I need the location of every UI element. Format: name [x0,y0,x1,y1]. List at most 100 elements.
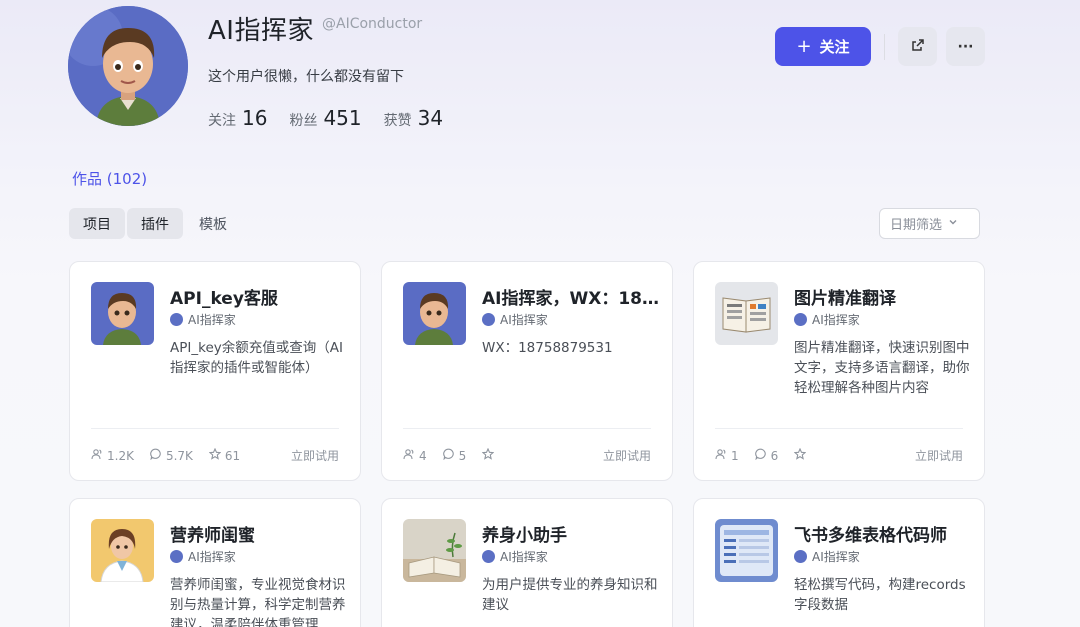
chevron-down-icon [948,216,958,231]
card-thumbnail [403,519,466,582]
users-count: 1 [731,448,739,463]
comments-metric: 5 [442,448,467,463]
card-author: AI指挥家 [482,311,548,328]
author-name: AI指挥家 [500,550,548,564]
tab-plugins[interactable]: 插件 [127,208,183,239]
card-description: WX：18758879531 [482,340,613,356]
plus-icon: + [796,36,812,57]
stat-likes: 获赞 34 [384,106,443,130]
comments-count: 5.7K [165,448,193,463]
author-name: AI指挥家 [188,313,236,327]
author-avatar [794,313,807,326]
card-title: 营养师闺蜜 [170,526,255,546]
author-avatar [170,550,183,563]
project-card[interactable]: API_key客服 AI指挥家 API_key余额充值或查询（AI指挥家的插件或… [69,261,361,481]
try-now-button[interactable]: 立即试用 [915,447,963,464]
card-footer: 1 6 立即试用 [715,447,963,464]
card-divider [91,428,339,429]
comments-count: 6 [770,448,779,463]
share-button[interactable] [898,27,937,66]
card-title: 图片精准翻译 [794,289,896,309]
comment-icon [754,448,767,463]
works-title: 作品 (102) [72,170,148,188]
users-icon [403,448,415,463]
card-footer: 1.2K 5.7K 61 立即试用 [91,447,339,464]
star-icon [793,447,807,463]
try-now-button[interactable]: 立即试用 [603,447,651,464]
author-avatar [482,550,495,563]
card-thumbnail [715,519,778,582]
users-metric: 1 [715,448,739,463]
follow-button[interactable]: + 关注 [775,27,871,66]
users-icon [715,448,727,463]
more-button[interactable]: ··· [946,27,985,66]
works-tabs: 项目 插件 模板 [69,208,241,239]
stat-value: 16 [242,106,268,130]
users-count: 1.2K [107,448,134,463]
card-description: 为用户提供专业的养身知识和建议 [482,577,658,613]
more-icon: ··· [957,38,974,55]
card-thumbnail [715,282,778,345]
card-author: AI指挥家 [794,311,860,328]
card-thumbnail [91,282,154,345]
divider [884,34,885,60]
stat-value: 34 [417,106,444,130]
stat-following[interactable]: 关注 16 [208,106,267,130]
stat-label: 粉丝 [289,113,318,129]
card-description: 图片精准翻译，快速识别图中文字，支持多语言翻译，助你轻松理解各种图片内容 [794,340,970,396]
author-name: AI指挥家 [812,550,860,564]
star-icon [481,447,495,463]
author-name: AI指挥家 [812,313,860,327]
comments-metric: 5.7K [150,448,193,463]
stat-label: 获赞 [383,113,412,129]
stars-count: 61 [224,448,241,463]
comment-icon [442,448,455,463]
card-description: 轻松撰写代码，构建records字段数据 [794,577,966,613]
card-author: AI指挥家 [794,548,860,565]
profile-handle: @AIConductor [322,16,423,32]
author-avatar [170,313,183,326]
card-title: 飞书多维表格代码师 [794,526,947,546]
card-description: 营养师闺蜜，专业视觉食材识别与热量计算，科学定制营养建议，温柔陪伴体重管理 [170,577,346,627]
stat-label: 关注 [208,113,236,129]
card-author: AI指挥家 [482,548,548,565]
card-thumbnail [403,282,466,345]
project-card[interactable]: 图片精准翻译 AI指挥家 图片精准翻译，快速识别图中文字，支持多语言翻译，助你轻… [693,261,985,481]
project-card[interactable]: AI指挥家，WX：18758879531 AI指挥家 WX：1875887953… [381,261,673,481]
share-icon [910,37,926,57]
card-author: AI指挥家 [170,311,236,328]
author-name: AI指挥家 [188,550,236,564]
date-filter-label: 日期筛选 [890,218,943,233]
card-footer: 4 5 立即试用 [403,447,651,464]
card-title: API_key客服 [170,289,278,309]
card-description: API_key余额充值或查询（AI指挥家的插件或智能体） [170,340,343,376]
tab-projects[interactable]: 项目 [69,208,125,239]
try-now-button[interactable]: 立即试用 [291,447,339,464]
date-filter-select[interactable]: 日期筛选 [879,208,980,239]
users-count: 4 [419,448,427,463]
stat-value: 451 [323,106,362,130]
users-icon [91,448,103,463]
project-card[interactable]: 营养师闺蜜 AI指挥家 营养师闺蜜，专业视觉食材识别与热量计算，科学定制营养建议… [69,498,361,627]
stars-metric[interactable] [793,447,807,463]
follow-label: 关注 [819,38,850,56]
profile-bio: 这个用户很懒，什么都没有留下 [208,69,404,85]
author-avatar [482,313,495,326]
profile-avatar [68,6,188,126]
stars-metric[interactable] [481,447,495,463]
card-thumbnail [91,519,154,582]
project-card[interactable]: 养身小助手 AI指挥家 为用户提供专业的养身知识和建议 [381,498,673,627]
project-card[interactable]: 飞书多维表格代码师 AI指挥家 轻松撰写代码，构建records字段数据 [693,498,985,627]
card-divider [403,428,651,429]
author-name: AI指挥家 [500,313,548,327]
stars-metric[interactable]: 61 [208,447,241,463]
card-title: 养身小助手 [482,526,567,546]
card-author: AI指挥家 [170,548,236,565]
users-metric: 1.2K [91,448,134,463]
comment-icon [150,448,162,463]
comments-count: 5 [458,448,467,463]
stat-followers[interactable]: 粉丝 451 [289,106,361,130]
card-title: AI指挥家，WX：18758879531 [482,289,660,309]
star-icon [208,447,222,463]
tab-templates[interactable]: 模板 [185,208,241,239]
